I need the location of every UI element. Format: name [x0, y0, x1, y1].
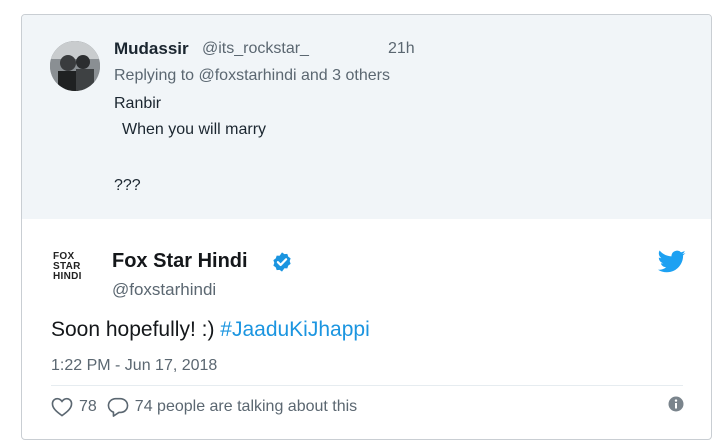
reply-author-handle[interactable]: @its_rockstar_: [202, 40, 309, 58]
heart-icon[interactable]: [51, 397, 73, 417]
like-count[interactable]: 78: [79, 398, 97, 416]
logo-text: HINDI: [53, 271, 82, 282]
comment-bubble-icon[interactable]: [107, 397, 129, 417]
talking-count-link[interactable]: 74 people are talking about this: [135, 398, 357, 416]
hashtag-link[interactable]: #JaaduKiJhappi: [220, 318, 369, 341]
replying-to-label[interactable]: Replying to @foxstarhindi and 3 others: [114, 67, 390, 85]
fox-star-hindi-logo[interactable]: FOX STAR HINDI: [53, 252, 101, 282]
reply-text-line: ???: [114, 177, 141, 194]
reply-text-line: Ranbir: [114, 95, 162, 112]
divider: [51, 385, 683, 386]
avatar[interactable]: [50, 41, 100, 91]
twitter-bird-icon[interactable]: [658, 250, 686, 274]
tweet-body: Soon hopefully! :): [51, 318, 221, 341]
reply-text-line: When you will marry: [122, 121, 267, 138]
reply-tweet: Mudassir @its_rockstar_ 21h Replying to …: [22, 15, 711, 219]
tweet-text: Soon hopefully! :) #JaaduKiJhappi: [51, 318, 370, 342]
tweet-embed-card: Mudassir @its_rockstar_ 21h Replying to …: [21, 14, 712, 440]
tweet-timestamp[interactable]: 1:22 PM - Jun 17, 2018: [51, 357, 217, 375]
author-handle[interactable]: @foxstarhindi: [112, 280, 216, 300]
info-icon[interactable]: [668, 396, 684, 412]
author-name[interactable]: Fox Star Hindi: [112, 250, 248, 273]
reply-author-name[interactable]: Mudassir: [114, 39, 189, 59]
verified-badge-icon: [273, 252, 291, 272]
tweet-actions: 78 74 people are talking about this: [51, 395, 357, 419]
reply-timestamp[interactable]: 21h: [388, 40, 415, 58]
